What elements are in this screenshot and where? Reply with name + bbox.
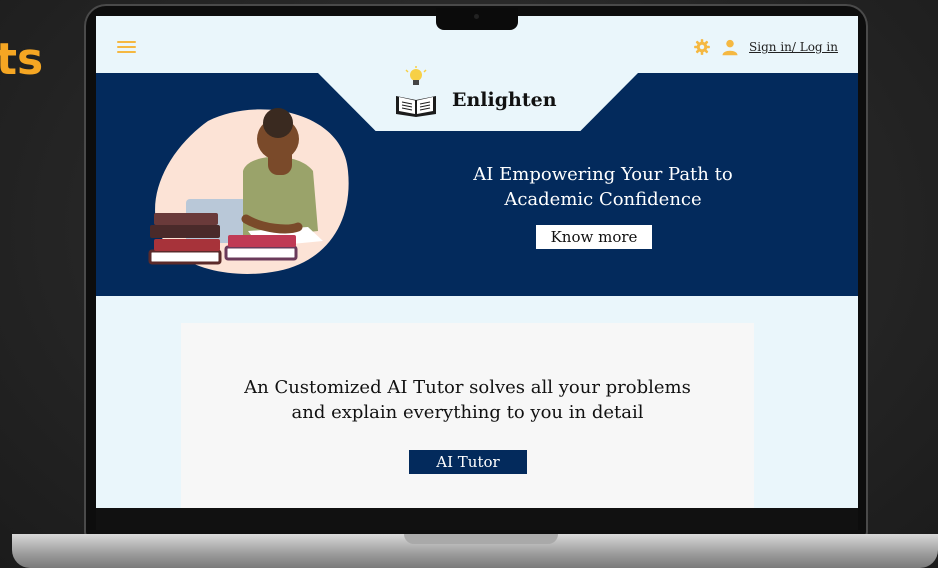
card-text-line-1: An Customized AI Tutor solves all your p…	[244, 377, 691, 398]
backdrop-heading-fragment: ts	[0, 34, 44, 85]
bottom-bezel	[96, 508, 858, 530]
card-text-line-2: and explain everything to you in detail	[291, 402, 644, 423]
base-groove	[404, 534, 558, 544]
card-description: An Customized AI Tutor solves all your p…	[181, 375, 754, 425]
ai-tutor-button[interactable]: AI Tutor	[409, 450, 527, 474]
book-lightbulb-icon	[396, 66, 436, 117]
ai-tutor-card: An Customized AI Tutor solves all your p…	[181, 323, 754, 508]
brand-name: Enlighten	[452, 89, 557, 111]
know-more-button[interactable]: Know more	[536, 225, 652, 249]
account-controls: Sign in/ Log in	[693, 38, 838, 56]
hero-title: AI Empowering Your Path to Academic Conf…	[458, 162, 748, 212]
app-screen: Sign in/ Log in Enlighten AI Empowering …	[96, 16, 858, 508]
brand[interactable]: Enlighten	[392, 66, 557, 118]
camera-notch	[436, 8, 518, 30]
gear-icon[interactable]	[693, 38, 711, 56]
hero-title-line-2: Academic Confidence	[504, 189, 702, 210]
signin-link[interactable]: Sign in/ Log in	[749, 40, 838, 54]
student-illustration	[148, 108, 349, 274]
hero-title-line-1: AI Empowering Your Path to	[473, 164, 733, 185]
laptop-base	[12, 534, 938, 568]
user-icon[interactable]	[721, 38, 739, 56]
hamburger-icon[interactable]	[117, 41, 136, 53]
camera-icon	[474, 14, 479, 19]
